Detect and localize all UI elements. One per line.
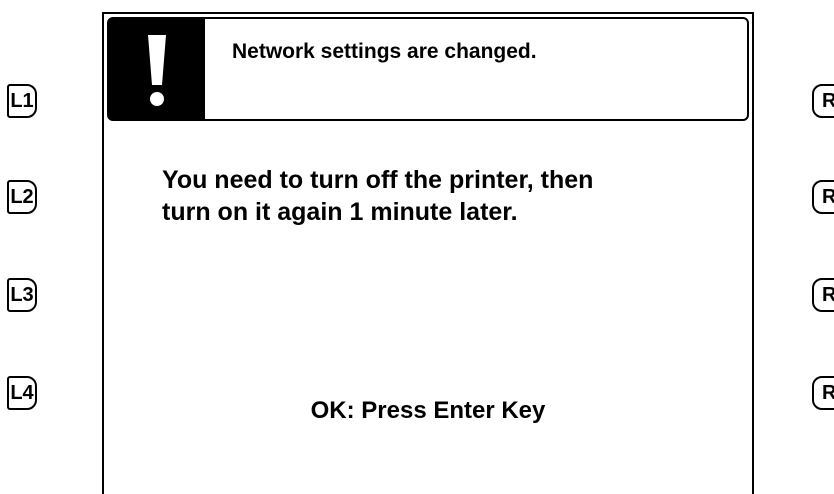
softkey-l1[interactable]: L1 (7, 84, 37, 118)
lcd-screen: Network settings are changed. You need t… (102, 12, 754, 494)
message-line: You need to turn off the printer, then (162, 166, 594, 194)
enter-key-hint: OK: Press Enter Key (310, 397, 546, 424)
dialog-title: Network settings are changed. (232, 40, 537, 63)
softkey-r2[interactable]: R2 (812, 180, 834, 214)
dialog-header: Network settings are changed. (107, 17, 749, 121)
softkey-r4[interactable]: R4 (812, 376, 834, 410)
dialog-message: You need to turn off the printer, then t… (162, 164, 593, 228)
softkey-r3[interactable]: R3 (812, 278, 834, 312)
message-line: turn on it again 1 minute later. (162, 198, 518, 226)
exclamation-icon (109, 19, 205, 119)
softkey-l4[interactable]: L4 (7, 376, 37, 410)
exclamation-icon (148, 35, 166, 106)
softkey-l2[interactable]: L2 (7, 180, 37, 214)
softkey-r1[interactable]: R1 (812, 84, 834, 118)
softkey-l3[interactable]: L3 (7, 278, 37, 312)
